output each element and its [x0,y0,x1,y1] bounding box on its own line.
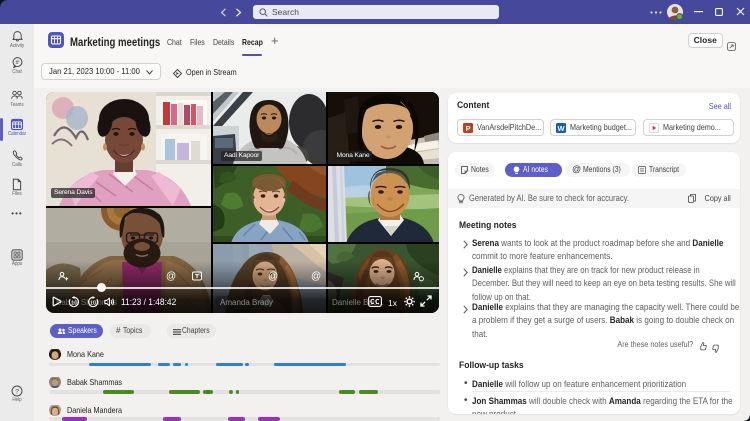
svg-text:W: W [557,124,565,133]
svg-text:P: P [465,124,470,133]
svg-text:10: 10 [90,301,96,307]
svg-text:?: ? [15,389,19,396]
svg-text:10: 10 [71,301,77,307]
